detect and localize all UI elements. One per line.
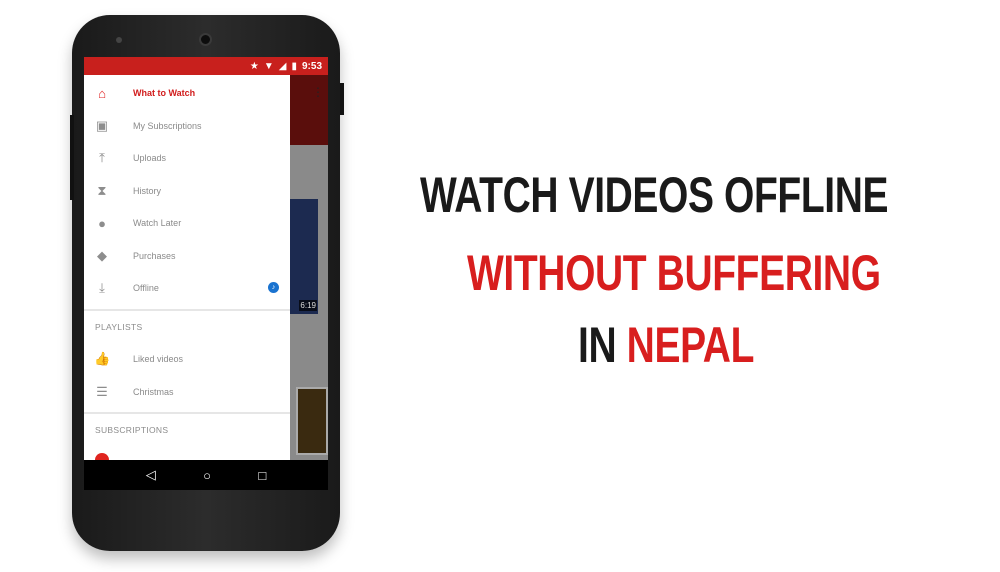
home-circle-icon[interactable]: ○ <box>203 468 211 483</box>
headline-nepal: NEPAL <box>626 317 755 373</box>
signal-icon: ◢ <box>278 60 287 72</box>
headline-line2: WITHOUT BUFFERING <box>467 245 881 301</box>
video-thumbnail[interactable] <box>296 387 328 455</box>
drawer-item-watch-later[interactable]: ● Watch Later <box>84 207 290 239</box>
headline-in: IN <box>578 317 627 373</box>
power-button <box>70 115 74 200</box>
phone-screen: ⋮ 6:19 ★ ▼ ◢ ▮ 9:53 ⌂ What to Watch ▣ My S… <box>84 57 328 490</box>
playlist-icon: ☰ <box>96 384 108 399</box>
wifi-icon: ▼ <box>263 60 274 72</box>
star-icon: ★ <box>249 60 259 72</box>
navigation-drawer: ⌂ What to Watch ▣ My Subscriptions ⤒ Upload… <box>84 75 290 467</box>
drawer-item-purchases[interactable]: ◆ Purchases <box>84 240 290 272</box>
drawer-item-christmas[interactable]: ☰ Christmas <box>84 376 290 408</box>
front-camera <box>199 33 212 46</box>
status-bar: ★ ▼ ◢ ▮ 9:53 <box>84 57 328 75</box>
back-icon[interactable]: ◁ <box>146 467 156 483</box>
drawer-item-history[interactable]: ⧗ History <box>84 175 290 207</box>
music-badge-icon: ♪ <box>268 282 279 293</box>
download-icon: ⤓ <box>99 280 105 295</box>
drawer-item-offline[interactable]: ⤓ Offline ♪ <box>84 272 290 304</box>
drawer-item-uploads[interactable]: ⤒ Uploads <box>84 142 290 174</box>
recents-icon[interactable]: □ <box>258 468 266 483</box>
clock-icon: ● <box>98 215 106 231</box>
home-icon: ⌂ <box>98 85 106 101</box>
hourglass-icon: ⧗ <box>97 183 107 198</box>
divider <box>84 412 290 414</box>
headline-line3: IN NEPAL <box>578 316 754 374</box>
clock-time: 9:53 <box>301 60 322 72</box>
drawer-item-my-subscriptions[interactable]: ▣ My Subscriptions <box>84 110 290 142</box>
volume-button <box>340 83 344 115</box>
subscriptions-icon: ▣ <box>95 118 109 133</box>
sensor <box>116 37 122 43</box>
drawer-item-liked-videos[interactable]: 👍 Liked videos <box>84 343 290 375</box>
playlists-header: PLAYLISTS <box>95 322 143 332</box>
app-toolbar: ⋮ <box>290 75 328 145</box>
drawer-item-what-to-watch[interactable]: ⌂ What to Watch <box>84 77 290 109</box>
battery-icon: ▮ <box>291 60 297 72</box>
upload-icon: ⤒ <box>99 150 105 165</box>
headline-line1: WATCH VIDEOS OFFLINE <box>420 167 889 223</box>
tag-icon: ◆ <box>97 248 107 263</box>
more-icon[interactable]: ⋮ <box>312 85 324 99</box>
video-thumbnail[interactable]: 6:19 <box>290 199 318 314</box>
android-nav-bar: ◁ ○ □ <box>84 460 328 490</box>
subscriptions-header: SUBSCRIPTIONS <box>95 425 169 435</box>
divider <box>84 309 290 311</box>
thumbs-up-icon: 👍 <box>94 351 111 366</box>
